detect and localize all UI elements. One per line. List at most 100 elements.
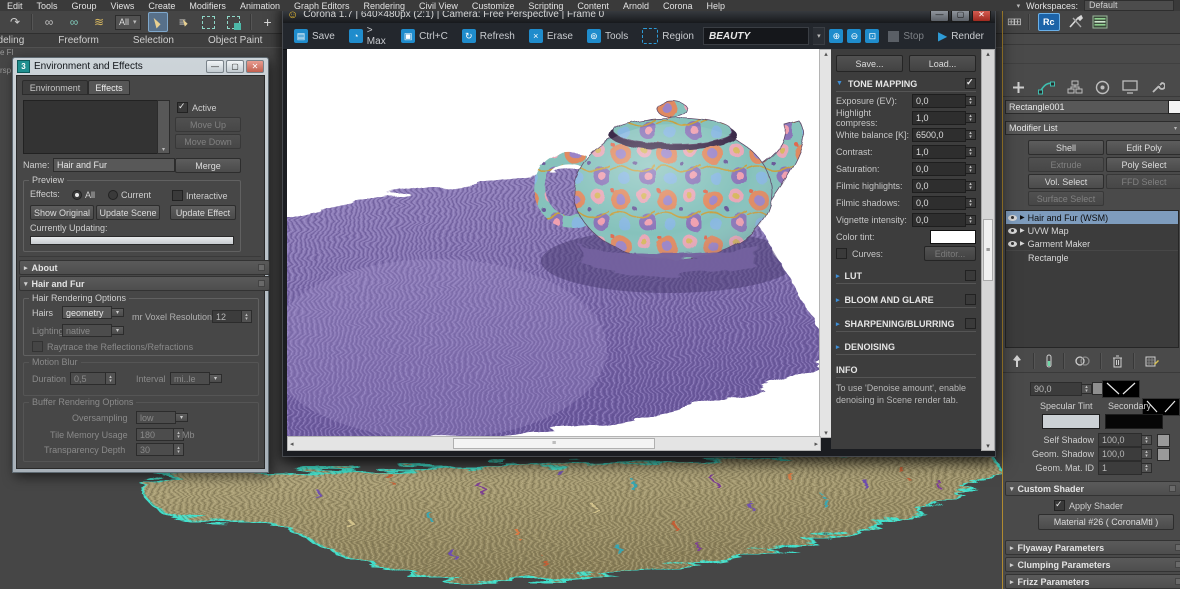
curves-checkbox[interactable] (836, 248, 847, 259)
select-link-icon[interactable]: ∞ (40, 13, 58, 31)
menu-content[interactable]: Content (577, 1, 609, 11)
sharpening-checkbox[interactable] (965, 318, 976, 329)
modifier-button-edit-poly[interactable]: Edit Poly (1106, 140, 1180, 155)
effects-list-scrollbar[interactable]: ▾ (157, 100, 170, 154)
menu-animation[interactable]: Animation (240, 1, 280, 11)
menu-rendering[interactable]: Rendering (364, 1, 406, 11)
modifier-button-shell[interactable]: Shell (1028, 140, 1104, 155)
modifier-button-ffd-select[interactable]: FFD Select (1106, 174, 1180, 189)
interactive-checkbox[interactable]: Interactive (172, 190, 228, 201)
saturation-field[interactable]: 0,0 (912, 162, 966, 176)
create-tab-icon[interactable] (1011, 80, 1026, 95)
map-slot[interactable] (1157, 434, 1170, 447)
rollout-custom-shader[interactable]: ▾Custom Shader (1005, 481, 1180, 496)
render-horizontal-scrollbar[interactable]: ◂ ≡ ▸ (287, 436, 821, 451)
spinner-arrows[interactable]: ▴▾ (966, 130, 976, 140)
white-balance-field[interactable]: 6500,0 (912, 128, 966, 142)
menu-create[interactable]: Create (148, 1, 175, 11)
duration-spinner[interactable]: 0,5 ▴▾ (70, 372, 116, 385)
bloom-glare-header[interactable]: ▸BLOOM AND GLARE (836, 294, 976, 308)
stop-button[interactable]: Stop (883, 29, 929, 44)
hierarchy-tab-icon[interactable] (1067, 80, 1083, 95)
render-view[interactable] (287, 49, 819, 436)
configure-modifier-sets-icon[interactable] (1145, 355, 1159, 368)
raytrace-checkbox[interactable]: Raytrace the Reflections/Refractions (32, 341, 193, 352)
display-tab-icon[interactable] (1122, 80, 1138, 94)
panel-scrollbar[interactable]: ▴ ≡ ▾ (981, 49, 995, 451)
spinner-arrows[interactable]: ▴▾ (966, 215, 976, 225)
stack-item-garment-maker[interactable]: ▶ Garment Maker (1006, 237, 1178, 250)
chevron-down-icon[interactable]: ▾ (1017, 2, 1021, 10)
geom-shadow-field[interactable]: 100,0 (1098, 447, 1142, 461)
expand-icon[interactable]: ▶ (1020, 227, 1025, 234)
modify-tab-icon[interactable] (1038, 80, 1055, 95)
tone-mapping-checkbox[interactable] (965, 78, 976, 89)
select-by-name-icon[interactable]: ≡ (175, 13, 193, 31)
zoom-fit-icon[interactable]: ⊡ (865, 29, 879, 43)
make-unique-icon[interactable] (1075, 355, 1090, 367)
menu-views[interactable]: Views (111, 1, 135, 11)
active-checkbox[interactable] (177, 102, 188, 113)
material-editor-icon[interactable] (1068, 14, 1084, 30)
rectangular-selection-icon[interactable] (200, 13, 218, 31)
eye-icon[interactable] (1008, 241, 1017, 247)
ribbon-tab-selection[interactable]: Selection (133, 35, 174, 46)
spinner-arrows[interactable]: ▴▾ (966, 198, 976, 208)
stack-item-rectangle[interactable]: Rectangle (1006, 250, 1178, 264)
menu-modifiers[interactable]: Modifiers (189, 1, 226, 11)
utilities-tab-icon[interactable] (1150, 80, 1165, 95)
oversampling-dropdown[interactable]: low▾ (136, 411, 188, 424)
spinner-arrows[interactable]: ▴▾ (1142, 449, 1152, 459)
menu-arnold[interactable]: Arnold (623, 1, 649, 11)
modifier-list-dropdown[interactable]: Modifier List▾ (1005, 121, 1180, 135)
tab-environment[interactable]: Environment (22, 80, 88, 95)
copy-button[interactable]: ▣Ctrl+C (396, 27, 453, 45)
merge-button[interactable]: Merge (175, 158, 241, 173)
selection-filter-dropdown[interactable]: All▾ (115, 15, 141, 30)
move-icon[interactable]: + (259, 13, 277, 31)
ribbon-tab-object-paint[interactable]: Object Paint (208, 35, 262, 46)
secondary-swatch[interactable] (1105, 414, 1163, 429)
menu-graph-editors[interactable]: Graph Editors (294, 1, 350, 11)
spinner-arrows[interactable]: ▴▾ (1142, 463, 1152, 473)
dialog-titlebar[interactable]: 3 Environment and Effects — ▢ ✕ (13, 58, 268, 75)
menu-scripting[interactable]: Scripting (528, 1, 563, 11)
spinner-arrows[interactable]: ▴▾ (966, 113, 976, 123)
rollout-clumping[interactable]: ▸Clumping Parameters (1005, 557, 1180, 572)
menu-group[interactable]: Group (72, 1, 97, 11)
color-tint-swatch[interactable] (930, 230, 976, 244)
rollout-frizz[interactable]: ▸Frizz Parameters (1005, 574, 1180, 589)
motion-tab-icon[interactable] (1095, 80, 1110, 95)
rollout-flyaway[interactable]: ▸Flyaway Parameters (1005, 540, 1180, 555)
region-button[interactable]: Region (637, 26, 699, 46)
modifier-button-surface-select[interactable]: Surface Select (1028, 191, 1104, 206)
ribbon-tab-modeling[interactable]: odeling (0, 35, 24, 46)
spinner-arrows[interactable]: ▴▾ (966, 181, 976, 191)
stack-item-uvw-map[interactable]: ▶ UVW Map (1006, 224, 1178, 237)
show-original-button[interactable]: Show Original (30, 205, 94, 220)
window-crossing-icon[interactable] (225, 13, 243, 31)
menu-help[interactable]: Help (706, 1, 725, 11)
self-shadow-field[interactable]: 100,0 (1098, 433, 1142, 447)
curves-editor-button[interactable]: Editor... (924, 246, 976, 261)
tone-save-button[interactable]: Save... (836, 55, 903, 72)
ribbon-tab-freeform[interactable]: Freeform (58, 35, 99, 46)
zoom-out-icon[interactable]: ⊖ (847, 29, 861, 43)
interval-dropdown[interactable]: mi..le▾ (170, 372, 222, 385)
transparency-depth-spinner[interactable]: 30 ▴▾ (136, 443, 184, 456)
map-slot[interactable] (1157, 448, 1170, 461)
filmic-highlights-field[interactable]: 0,0 (912, 179, 966, 193)
zoom-in-icon[interactable]: ⊕ (829, 29, 843, 43)
modifier-button-extrude[interactable]: Extrude (1028, 157, 1104, 172)
effects-all-radio[interactable]: All (72, 190, 95, 200)
menu-tools[interactable]: Tools (37, 1, 58, 11)
spinner-arrows[interactable]: ▴▾ (966, 96, 976, 106)
modifier-button-poly-select[interactable]: Poly Select (1106, 157, 1180, 172)
rollout-about[interactable]: ▸About (19, 260, 270, 275)
rollout-hair-and-fur[interactable]: ▾Hair and Fur (19, 276, 270, 291)
vignette-field[interactable]: 0,0 (912, 213, 966, 227)
minimize-icon[interactable]: — (206, 60, 224, 73)
highlight-compress-field[interactable]: 1,0 (912, 111, 966, 125)
spinner-arrows[interactable]: ▴▾ (1142, 435, 1152, 445)
spinner-arrows[interactable]: ▴▾ (966, 164, 976, 174)
